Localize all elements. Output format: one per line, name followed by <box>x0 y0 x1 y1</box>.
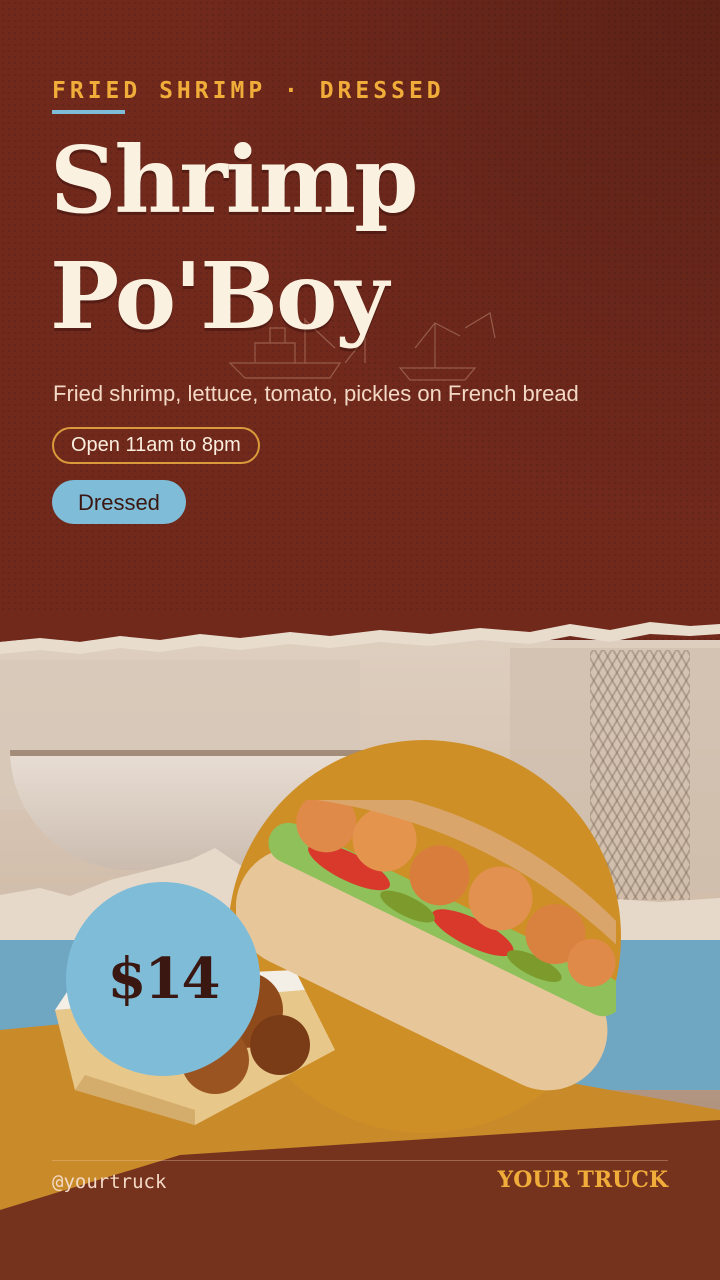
page-title: Shrimp Po'Boy <box>50 122 418 354</box>
dressed-badge: Dressed <box>52 480 186 524</box>
title-line-1: Shrimp <box>50 126 418 234</box>
price-text: $14 <box>107 946 221 1012</box>
kicker-text: FRIED SHRIMP · DRESSED <box>52 78 445 104</box>
social-handle: @yourtruck <box>52 1171 167 1193</box>
torn-paper-edge <box>0 612 720 654</box>
po-boy-sandwich <box>236 800 616 1091</box>
header-panel: FRIED SHRIMP · DRESSED Shrimp Po'Boy Fri… <box>0 0 720 660</box>
hours-badge: Open 11am to 8pm <box>52 427 260 464</box>
footer-divider <box>52 1160 668 1161</box>
kicker-underline <box>52 110 125 114</box>
title-line-2: Po'Boy <box>50 242 389 350</box>
brand-name: YOUR TRUCK <box>497 1167 668 1193</box>
item-description: Fried shrimp, lettuce, tomato, pickles o… <box>53 381 579 406</box>
price-badge: $14 <box>66 882 260 1076</box>
promo-poster: FRIED SHRIMP · DRESSED Shrimp Po'Boy Fri… <box>0 0 720 1280</box>
